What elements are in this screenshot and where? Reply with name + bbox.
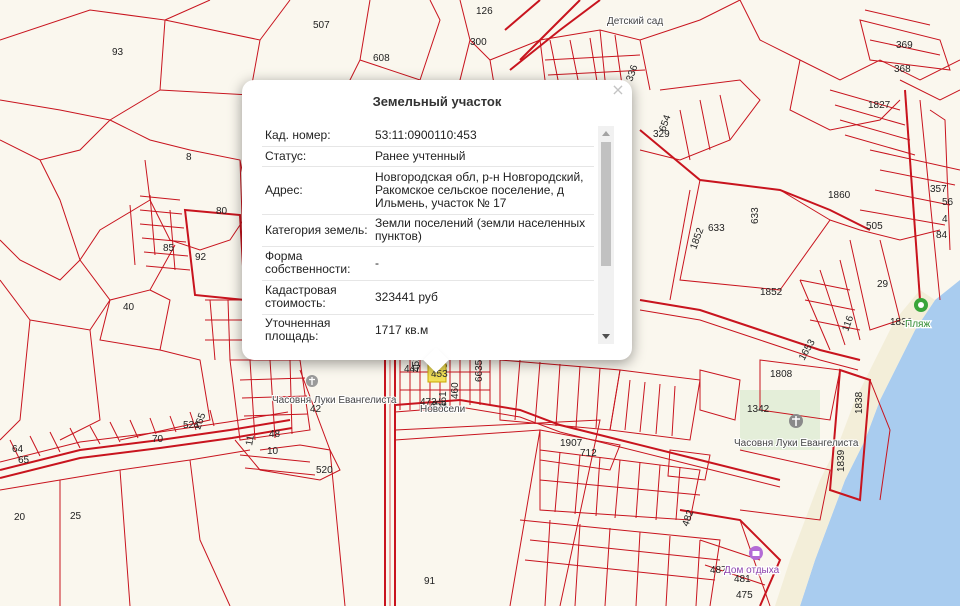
plot-number-label: 329 <box>653 129 670 140</box>
table-row: Форма собственности: - <box>262 246 594 281</box>
plot-number-label: 70 <box>152 434 164 445</box>
plot-number-label: 10 <box>267 446 279 457</box>
row-value-land-category: Земли поселений (земли населенных пункто… <box>372 214 594 247</box>
row-label-address: Адрес: <box>262 166 372 215</box>
scroll-thumb[interactable] <box>601 142 611 266</box>
row-label-cadastral-number: Кад. номер: <box>262 126 372 147</box>
row-value-ownership-form: - <box>372 246 594 281</box>
row-value-address: Новгородская обл, р-н Новгородский, Рако… <box>372 166 594 215</box>
place-label-kindergarten: Детский сад <box>607 16 663 27</box>
beach-icon[interactable] <box>914 298 928 312</box>
plot-number-label: 1860 <box>828 190 851 201</box>
table-row: Категория земель: Земли поселений (земли… <box>262 214 594 247</box>
plot-number-label: 1827 <box>868 100 891 111</box>
scroll-up-arrow-icon[interactable] <box>602 131 610 136</box>
plot-number-label: 40 <box>123 302 135 313</box>
plot-number-label: 8 <box>186 152 192 163</box>
plot-number-label: 92 <box>195 252 207 263</box>
poi-label-rest-house: Дом отдыха <box>724 565 780 576</box>
plot-number-label: 369 <box>896 40 913 51</box>
church-icon-left[interactable] <box>306 375 318 387</box>
row-label-ownership-form: Форма собственности: <box>262 246 372 281</box>
popup-info-scroll-area[interactable]: Кад. номер: 53:11:0900110:453 Статус: Ра… <box>262 126 614 344</box>
plot-number-label: 93 <box>112 47 124 58</box>
plot-number-label: 1852 <box>688 226 706 251</box>
row-label-area: Уточненная площадь: <box>262 314 372 344</box>
row-label-status: Статус: <box>262 146 372 167</box>
place-label-chapel-right: Часовня Луки Евангелиста <box>734 438 859 449</box>
plot-number-label: 633 <box>708 223 725 234</box>
plot-number-label: 65 <box>18 455 30 466</box>
plot-info-table: Кад. номер: 53:11:0900110:453 Статус: Ра… <box>262 126 594 344</box>
scroll-down-arrow-icon[interactable] <box>602 334 610 339</box>
plot-number-label: 475 <box>736 590 753 601</box>
plot-number-label: 29 <box>877 279 889 290</box>
plot-number-label: 25 <box>70 511 82 522</box>
plot-number-label: 84 <box>936 230 948 241</box>
plot-number-label: 300 <box>470 37 487 48</box>
plot-number-label: 80 <box>216 206 228 217</box>
close-icon[interactable]: × <box>610 82 626 98</box>
plot-number-label: 64 <box>12 444 24 455</box>
land-plot-popup: × Земельный участок Кад. номер: 53:11:09… <box>242 80 632 373</box>
popup-title: Земельный участок <box>372 94 502 109</box>
plot-number-label: 520 <box>316 465 333 476</box>
plot-number-label: 712 <box>580 448 597 459</box>
table-row: Адрес: Новгородская обл, р-н Новгородски… <box>262 166 594 215</box>
plot-number-label: 91 <box>424 576 436 587</box>
plot-number-label: 85 <box>163 243 175 254</box>
plot-number-label: 460 <box>450 382 461 399</box>
plot-number-label: 336 <box>624 63 640 83</box>
rest-house-icon[interactable] <box>749 546 763 560</box>
plot-number-label: 505 <box>866 221 883 232</box>
table-row: Кад. номер: 53:11:0900110:453 <box>262 126 594 147</box>
plot-number-label: 608 <box>373 53 390 64</box>
plot-number-label: 1342 <box>747 404 770 415</box>
plot-number-label: 126 <box>476 6 493 17</box>
table-row: Уточненная площадь: 1717 кв.м <box>262 314 594 344</box>
plot-number-label: 4 <box>942 214 948 225</box>
row-value-area: 1717 кв.м <box>372 314 594 344</box>
row-value-cadastral-number: 53:11:0900110:453 <box>372 126 594 147</box>
plot-number-label: 265 <box>192 411 208 431</box>
row-label-land-category: Категория земель: <box>262 214 372 247</box>
poi-label-beach: Пляж <box>905 319 930 330</box>
plot-number-label: 1808 <box>770 369 793 380</box>
row-value-cadastral-value: 323441 руб <box>372 280 594 315</box>
plot-number-label: 1838 <box>854 391 865 414</box>
plot-number-label: 368 <box>894 64 911 75</box>
church-icon[interactable] <box>789 414 803 428</box>
plot-number-label: 1852 <box>760 287 783 298</box>
plot-number-label: 48 <box>269 429 281 440</box>
plot-number-label: 1839 <box>836 449 847 472</box>
place-label-chapel-left: Часовня Луки Евангелиста <box>272 395 397 406</box>
plot-number-label: 6635 <box>474 359 485 382</box>
row-value-status: Ранее учтенный <box>372 146 594 167</box>
popup-scrollbar[interactable] <box>598 126 614 344</box>
plot-number-label: 507 <box>313 20 330 31</box>
table-row: Статус: Ранее учтенный <box>262 146 594 167</box>
place-label-novoseli: Новосели <box>420 404 465 415</box>
plot-number-label: 357 <box>930 184 947 195</box>
plot-number-label: 56 <box>942 197 954 208</box>
row-label-cadastral-value: Кадастровая стоимость: <box>262 280 372 315</box>
table-row: Кадастровая стоимость: 323441 руб <box>262 280 594 315</box>
plot-number-label: 633 <box>750 207 761 224</box>
plot-number-label: 20 <box>14 512 26 523</box>
